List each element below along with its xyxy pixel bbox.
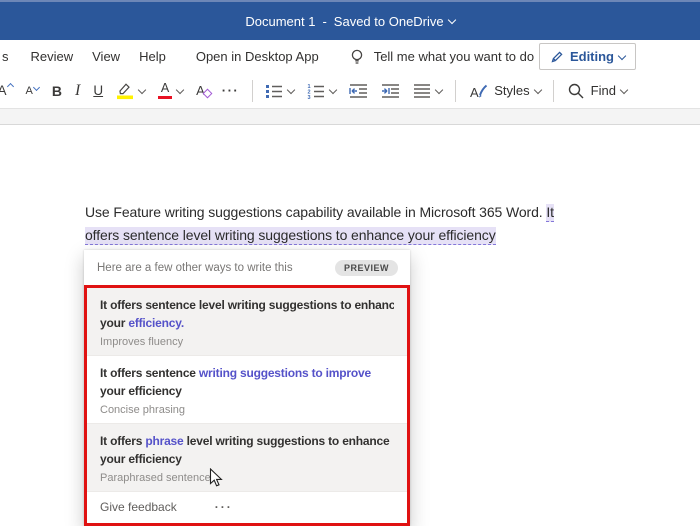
styles-chevron-icon[interactable] <box>533 85 542 94</box>
grow-font-caret-icon <box>6 82 14 90</box>
more-font-options-button[interactable]: ··· <box>215 77 246 105</box>
clear-formatting-icon: A <box>196 83 213 99</box>
suggestion-list: It offers sentence level writing suggest… <box>87 288 407 491</box>
numbering-button[interactable]: 123 <box>301 77 343 105</box>
open-in-desktop-app-button[interactable]: Open in Desktop App <box>196 49 319 64</box>
search-icon <box>567 82 585 100</box>
save-status-chevron-icon[interactable] <box>447 15 456 25</box>
lightbulb-icon <box>349 48 365 66</box>
text-highlight-button[interactable] <box>110 77 152 105</box>
editing-chevron-icon <box>617 51 627 60</box>
tab-view[interactable]: View <box>92 49 120 64</box>
font-color-chevron-icon[interactable] <box>175 85 185 94</box>
highlighter-icon <box>116 81 134 100</box>
find-button[interactable]: Find <box>560 77 633 105</box>
font-color-icon: A <box>158 82 173 100</box>
ribbon-tabs: s Review View Help Open in Desktop App T… <box>0 40 700 73</box>
give-feedback-label[interactable]: Give feedback <box>100 500 177 514</box>
clear-formatting-button[interactable]: A <box>190 77 213 105</box>
doc-text-normal: Use Feature writing suggestions capabili… <box>85 204 547 220</box>
decrease-indent-icon <box>349 83 368 99</box>
bullets-button[interactable] <box>259 77 301 105</box>
toolbar-divider <box>251 79 253 102</box>
suggestion-category-label: Paraphrased sentence <box>100 472 211 484</box>
font-color-button[interactable]: A <box>152 77 190 105</box>
document-text-line-1[interactable]: Use Feature writing suggestions capabili… <box>85 204 554 222</box>
mouse-cursor-icon <box>209 468 223 487</box>
align-text-icon <box>413 83 431 99</box>
document-title[interactable]: Document 1 <box>245 14 315 29</box>
bullets-chevron-icon[interactable] <box>286 85 296 94</box>
numbering-chevron-icon[interactable] <box>328 85 338 94</box>
shrink-font-button[interactable]: A <box>19 77 45 105</box>
more-options-button[interactable]: ··· <box>215 500 233 514</box>
bulleted-list-icon <box>265 83 283 99</box>
styles-button[interactable]: A Styles <box>462 77 547 105</box>
toolbar-divider <box>553 79 555 102</box>
numbered-list-icon: 123 <box>307 83 325 99</box>
pencil-icon <box>551 50 563 62</box>
editing-mode-button[interactable]: Editing <box>538 43 636 70</box>
styles-icon: A <box>468 82 488 100</box>
doc-text-selected: It <box>546 204 554 222</box>
save-status[interactable]: Saved to OneDrive <box>334 14 444 29</box>
alignment-chevron-icon[interactable] <box>434 85 444 94</box>
suggestion-category-label: Concise phrasing <box>100 404 185 416</box>
increase-indent-icon <box>381 83 400 99</box>
bold-button[interactable]: B <box>45 77 68 105</box>
suggestion-text: It offers sentence level writing suggest… <box>100 298 394 330</box>
tell-me-box[interactable]: Tell me what you want to do <box>374 49 534 64</box>
title-separator: - <box>322 13 327 29</box>
suggestion-text: It offers phrase level writing suggestio… <box>100 434 390 466</box>
formatting-toolbar: A A B I U A A ··· 123 A Styles Find <box>0 73 700 108</box>
ribbon-document-gap <box>0 108 700 125</box>
increase-indent-button[interactable] <box>375 77 407 105</box>
popup-header: Here are a few other ways to write this … <box>84 250 410 285</box>
highlight-chevron-icon[interactable] <box>137 85 147 94</box>
suggestion-category-label: Improves fluency <box>100 336 184 348</box>
svg-text:3: 3 <box>308 95 311 99</box>
document-text-line-2[interactable]: offers sentence level writing suggestion… <box>85 227 496 245</box>
grow-font-button[interactable]: A <box>0 77 19 105</box>
doc-text-selected: offers sentence level writing suggestion… <box>85 227 496 245</box>
popup-header-text: Here are a few other ways to write this <box>97 262 293 274</box>
suggestion-item[interactable]: It offers sentence writing suggestions t… <box>87 355 407 423</box>
suggestion-item[interactable]: It offers phrase level writing suggestio… <box>87 423 407 491</box>
underline-button[interactable]: U <box>87 77 110 105</box>
shrink-font-caret-icon <box>32 83 40 91</box>
suggestion-text: It offers sentence writing suggestions t… <box>100 366 371 398</box>
styles-label: Styles <box>494 83 530 98</box>
toolbar-divider <box>454 79 456 102</box>
italic-button[interactable]: I <box>68 77 86 105</box>
tab-references-partial[interactable]: s <box>2 49 9 64</box>
tab-review[interactable]: Review <box>31 49 74 64</box>
editing-mode-label: Editing <box>569 49 614 64</box>
preview-badge: PREVIEW <box>334 260 398 276</box>
alignment-button[interactable] <box>407 77 449 105</box>
give-feedback-row[interactable]: Give feedback ··· <box>87 491 407 523</box>
tab-help[interactable]: Help <box>139 49 166 64</box>
writing-suggestions-popup: Here are a few other ways to write this … <box>84 250 410 526</box>
find-label: Find <box>590 83 616 98</box>
annotation-red-box: It offers sentence level writing suggest… <box>84 285 410 526</box>
decrease-indent-button[interactable] <box>343 77 375 105</box>
svg-text:A: A <box>470 85 479 100</box>
titlebar: Document 1 - Saved to OneDrive <box>0 0 700 40</box>
find-chevron-icon[interactable] <box>619 85 629 94</box>
suggestion-item[interactable]: It offers sentence level writing suggest… <box>87 288 407 355</box>
